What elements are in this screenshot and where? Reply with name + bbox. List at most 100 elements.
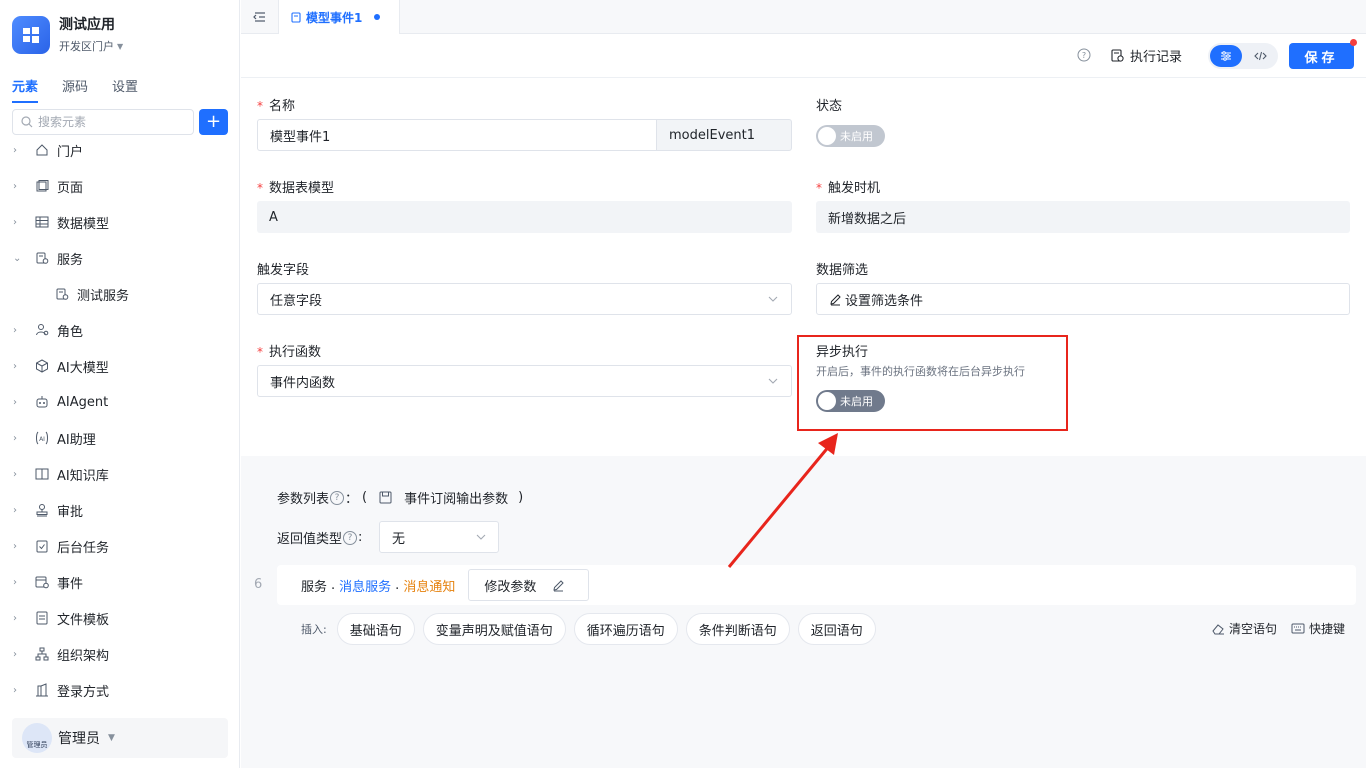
help-icon[interactable]: ?: [1077, 48, 1091, 66]
name-input[interactable]: 模型事件1: [257, 119, 657, 151]
tree-item[interactable]: › AI AI助理: [0, 420, 240, 456]
chevron-down-icon: [768, 378, 778, 384]
function-select[interactable]: 事件内函数: [257, 365, 792, 397]
data-filter-button[interactable]: 设置筛选条件: [816, 283, 1350, 315]
chevron-right-icon[interactable]: ›: [13, 181, 27, 192]
status-toggle[interactable]: 未启用: [816, 125, 885, 147]
service-icon: [34, 250, 50, 266]
table-model-field[interactable]: A: [257, 201, 792, 233]
tree-item[interactable]: › 审批: [0, 492, 240, 528]
user-name: 管理员: [58, 731, 100, 747]
tree-item[interactable]: › 组织架构: [0, 636, 240, 672]
param-value[interactable]: 事件订阅输出参数: [404, 488, 508, 507]
save-button[interactable]: 保存: [1289, 39, 1357, 69]
robot-icon: [34, 394, 50, 410]
app-header[interactable]: 测试应用 开发区门户 ▼: [12, 16, 123, 54]
tree-item[interactable]: › AI知识库: [0, 456, 240, 492]
chevron-right-icon[interactable]: ›: [13, 541, 27, 552]
code-statement[interactable]: 服务 . 消息服务 . 消息通知 修改参数: [277, 565, 1356, 605]
tab-settings[interactable]: 设置: [112, 76, 138, 101]
user-menu[interactable]: 管理员 管理员 ▼: [12, 718, 228, 758]
edit-icon: [830, 293, 841, 305]
doc-tab-bar: 模型事件1: [241, 0, 1366, 34]
tree-item-label: AIAgent: [57, 394, 109, 410]
shortcut-label: 快捷键: [1309, 622, 1346, 636]
tab-elements[interactable]: 元素: [12, 76, 39, 103]
insert-loop-button[interactable]: 循环遍历语句: [573, 613, 678, 645]
chevron-right-icon[interactable]: ›: [13, 469, 27, 480]
chevron-right-icon[interactable]: ›: [13, 397, 27, 408]
tree-item[interactable]: › AI大模型: [0, 348, 240, 384]
tab-source[interactable]: 源码: [62, 76, 88, 101]
editor-toolbar: ? 执行记录 保存: [241, 34, 1366, 78]
chevron-right-icon[interactable]: ›: [13, 685, 27, 696]
name-code-field[interactable]: modelEvent1: [656, 119, 792, 151]
org-icon: [34, 646, 50, 662]
tree-item[interactable]: › 后台任务: [0, 528, 240, 564]
chevron-right-icon[interactable]: ›: [13, 505, 27, 516]
trigger-time-field[interactable]: 新增数据之后: [816, 201, 1350, 233]
insert-basic-button[interactable]: 基础语句: [336, 613, 415, 645]
tree-item[interactable]: › AIAgent: [0, 384, 240, 420]
sidebar: 测试应用 开发区门户 ▼ 元素 源码 设置 + ›门户›页面›数据模型⌄服务测试…: [0, 0, 240, 768]
data-filter-label: 数据筛选: [816, 263, 869, 278]
tree-item[interactable]: › 文件模板: [0, 600, 240, 636]
settings-sliders-icon: [1221, 51, 1231, 61]
code-message-notify[interactable]: 消息通知: [403, 576, 455, 595]
book-icon: [34, 466, 50, 482]
tree-item-label: 数据模型: [57, 216, 110, 232]
collapse-sidebar-icon[interactable]: [251, 9, 267, 25]
chevron-down-icon: [476, 534, 486, 540]
chevron-right-icon[interactable]: ›: [13, 613, 27, 624]
code-mode-option[interactable]: [1246, 45, 1274, 67]
return-type-value: 无: [392, 531, 406, 547]
code-message-service[interactable]: 消息服务: [339, 576, 391, 595]
insert-condition-button[interactable]: 条件判断语句: [685, 613, 790, 645]
tree-item[interactable]: 测试服务: [0, 276, 240, 312]
insert-return-button[interactable]: 返回语句: [797, 613, 876, 645]
left-tabs: 元素 源码 设置: [12, 76, 138, 103]
event-icon: [34, 574, 50, 590]
save-icon: [379, 491, 392, 504]
tree-item-label: AI知识库: [57, 468, 109, 484]
portal-selector[interactable]: 开发区门户 ▼: [59, 38, 123, 54]
chevron-right-icon[interactable]: ›: [13, 217, 27, 228]
tree-item[interactable]: › 角色: [0, 312, 240, 348]
tree-item[interactable]: › 页面: [0, 168, 240, 204]
execution-history-button[interactable]: 执行记录: [1111, 46, 1182, 65]
tree-item[interactable]: › 门户: [0, 132, 240, 168]
insert-variable-button[interactable]: 变量声明及赋值语句: [422, 613, 566, 645]
login-icon: [34, 682, 50, 698]
modify-params-button[interactable]: 修改参数: [468, 569, 590, 601]
chevron-right-icon[interactable]: ›: [13, 145, 27, 156]
code-icon: [1253, 51, 1267, 61]
chevron-right-icon[interactable]: ›: [13, 649, 27, 660]
file-icon: [34, 610, 50, 626]
chevron-right-icon[interactable]: ›: [13, 325, 27, 336]
help-icon[interactable]: ?: [343, 530, 358, 545]
tree-item[interactable]: › 事件: [0, 564, 240, 600]
chevron-right-icon[interactable]: ›: [13, 361, 27, 372]
table-model-label: * 数据表模型: [257, 181, 335, 196]
tree-item-label: 门户: [57, 144, 84, 160]
clear-statements-button[interactable]: 清空语句: [1212, 620, 1277, 637]
visual-mode-option[interactable]: [1210, 45, 1242, 67]
home-icon: [34, 142, 50, 158]
view-mode-switch[interactable]: [1208, 43, 1278, 69]
shortcut-button[interactable]: 快捷键: [1291, 620, 1345, 637]
chevron-right-icon[interactable]: ›: [13, 433, 27, 444]
doc-tab-model-event[interactable]: 模型事件1: [278, 0, 400, 34]
tree-item[interactable]: › 数据模型: [0, 204, 240, 240]
tree-item[interactable]: › 登录方式: [0, 672, 240, 708]
help-icon[interactable]: ?: [330, 490, 345, 505]
code-dot: .: [395, 577, 400, 593]
return-type-select[interactable]: 无: [379, 521, 499, 553]
tree-item[interactable]: ⌄ 服务: [0, 240, 240, 276]
chevron-right-icon[interactable]: ›: [13, 577, 27, 588]
search-input[interactable]: [38, 115, 188, 129]
chevron-down-icon[interactable]: ⌄: [13, 253, 27, 264]
trigger-field-select[interactable]: 任意字段: [257, 283, 792, 315]
page-icon: [34, 178, 50, 194]
app-logo-icon: [12, 16, 50, 54]
clear-label: 清空语句: [1229, 622, 1278, 636]
